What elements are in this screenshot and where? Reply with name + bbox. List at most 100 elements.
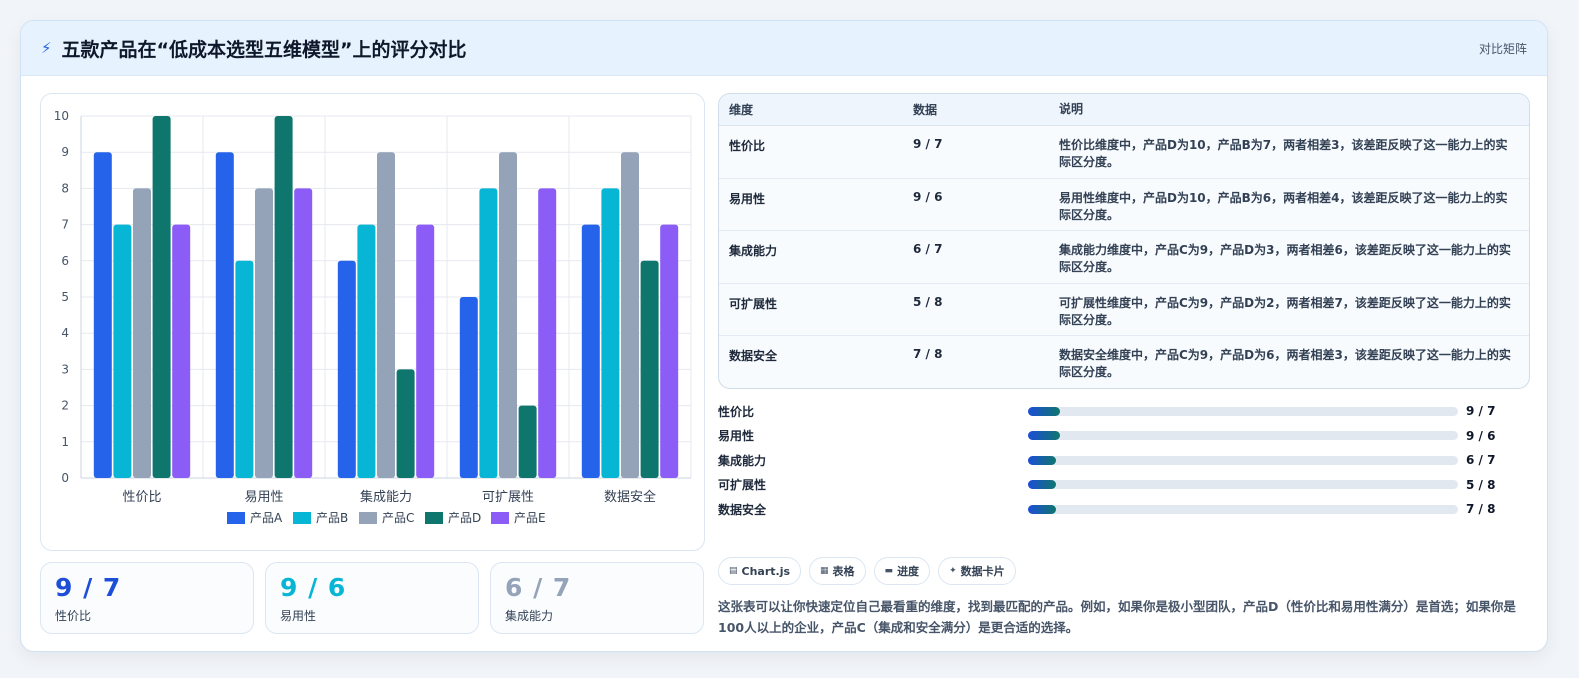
chip-data-card[interactable]: ✦ 数据卡片: [938, 557, 1016, 585]
stat-label: 集成能力: [505, 609, 554, 623]
bar: [235, 260, 254, 478]
legend-swatch: [425, 512, 443, 524]
chip-table[interactable]: ▦ 表格: [809, 557, 866, 585]
x-tick-label: 集成能力: [360, 489, 412, 505]
table-row: 数据安全 7 / 8 数据安全维度中，产品C为9，产品D为6，两者相差3，该差距…: [719, 336, 1529, 388]
progress-icon: ▬: [884, 566, 894, 576]
chip-label: 表格: [832, 565, 855, 578]
y-tick-label: 9: [61, 145, 69, 159]
y-tick-label: 5: [61, 290, 69, 304]
progress-label: 可扩展性: [718, 478, 767, 493]
progress-value: 9 / 6: [1466, 428, 1496, 443]
header-data: 数据: [913, 103, 938, 117]
bar: [215, 152, 234, 478]
bar: [294, 188, 313, 478]
progress-fill: [1028, 504, 1056, 514]
header-description: 说明: [1059, 102, 1084, 116]
cell-dimension: 集成能力: [729, 244, 778, 258]
bar: [113, 224, 132, 478]
legend-label: 产品D: [448, 511, 481, 525]
header-dimension: 维度: [729, 103, 754, 117]
table-header: 维度 数据 说明: [719, 94, 1529, 126]
x-tick-label: 数据安全: [604, 489, 656, 505]
progress-track: [1028, 480, 1458, 490]
cell-dimension: 易用性: [729, 191, 766, 206]
cell-description: 易用性维度中，产品D为10，产品B为6，两者相差4，该差距反映了这一能力上的实际…: [1059, 190, 1508, 222]
stat-label: 易用性: [280, 609, 317, 623]
progress-value: 9 / 7: [1466, 404, 1496, 419]
progress-track: [1028, 504, 1458, 514]
chip-label: Chart.js: [741, 564, 791, 578]
y-tick-label: 6: [61, 254, 69, 268]
progress-row: 集成能力 6 / 7: [718, 448, 1530, 473]
bar: [459, 297, 478, 478]
bar: [337, 260, 356, 478]
progress-value: 7 / 8: [1466, 502, 1496, 517]
legend-label: 产品C: [382, 511, 414, 525]
cell-data: 6 / 7: [913, 242, 943, 256]
table-row: 集成能力 6 / 7 集成能力维度中，产品C为9，产品D为3，两者相差6，该差距…: [719, 231, 1529, 284]
panel-title: 五款产品在“低成本选型五维模型”上的评分对比: [61, 38, 467, 61]
cell-dimension: 性价比: [729, 139, 766, 153]
legend-label: 产品B: [316, 511, 348, 525]
progress-value: 5 / 8: [1466, 477, 1496, 492]
bar: [93, 152, 112, 478]
progress-fill: [1028, 455, 1056, 465]
bar: [660, 224, 679, 478]
stat-card-1: 9 / 7 性价比: [40, 562, 254, 634]
y-tick-label: 8: [61, 181, 69, 195]
progress-track: [1028, 431, 1458, 441]
progress-track: [1028, 455, 1458, 465]
progress-value: 6 / 7: [1466, 453, 1496, 468]
chip-progress[interactable]: ▬ 进度: [873, 557, 931, 585]
bar: [274, 116, 293, 478]
summary-note: 这张表可以让你快速定位自己最看重的维度，找到最匹配的产品。例如，如果你是极小型团…: [718, 599, 1516, 635]
legend-swatch: [491, 512, 509, 524]
header-tag: 对比矩阵: [1478, 41, 1527, 56]
stat-value: 9 / 6: [280, 573, 347, 602]
progress-row: 数据安全 7 / 8: [718, 497, 1530, 522]
bar: [499, 152, 517, 478]
y-tick-label: 0: [61, 471, 69, 485]
bar: [640, 260, 659, 478]
progress-track: [1028, 406, 1458, 416]
bar: [152, 116, 171, 478]
cell-description: 可扩展性维度中，产品C为9，产品D为2，两者相差7，该差距反映了这一能力上的实际…: [1059, 295, 1511, 327]
panel-header: ⚡ 五款产品在“低成本选型五维模型”上的评分对比 对比矩阵: [21, 21, 1547, 76]
bar: [621, 152, 639, 478]
tech-chips: ▤ Chart.js ▦ 表格 ▬ 进度 ✦ 数据卡片: [718, 557, 1016, 585]
progress-fill: [1028, 480, 1056, 490]
chip-chartjs[interactable]: ▤ Chart.js: [718, 557, 802, 585]
table-row: 性价比 9 / 7 性价比维度中，产品D为10，产品B为7，两者相差3，该差距反…: [719, 126, 1529, 179]
x-tick-label: 可扩展性: [482, 490, 534, 505]
cell-description: 集成能力维度中，产品C为9，产品D为3，两者相差6，该差距反映了这一能力上的实际…: [1059, 243, 1511, 274]
stat-value: 6 / 7: [505, 573, 572, 602]
progress-label: 数据安全: [718, 502, 767, 517]
table-row: 可扩展性 5 / 8 可扩展性维度中，产品C为9，产品D为2，两者相差7，该差距…: [719, 284, 1529, 336]
progress-label: 性价比: [718, 404, 755, 419]
y-tick-label: 10: [54, 109, 69, 123]
stat-value: 9 / 7: [55, 573, 122, 602]
comparison-panel: ⚡ 五款产品在“低成本选型五维模型”上的评分对比 对比矩阵 0 1 2 3 4 5 6 7 8 9…: [20, 20, 1548, 652]
stat-label: 性价比: [55, 609, 92, 623]
bar: [172, 224, 191, 478]
cell-description: 性价比维度中，产品D为10，产品B为7，两者相差3，该差距反映了这一能力上的实际…: [1059, 138, 1508, 169]
bar-chart: 0 1 2 3 4 5 6 7 8 9 10 性价比 易用性 集成能力 可扩展性 数据安全产品A 产品B 产品C 产…: [54, 109, 692, 525]
y-tick-label: 4: [61, 326, 69, 340]
progress-fill: [1028, 431, 1061, 441]
progress-row: 性价比 9 / 7: [718, 399, 1530, 424]
bar: [581, 224, 600, 478]
x-tick-label: 易用性: [244, 490, 283, 505]
chip-label: 数据卡片: [960, 565, 1005, 578]
cell-dimension: 数据安全: [729, 349, 778, 363]
progress-list: 性价比 9 / 7 易用性 9 / 6 集成能力 6 / 7 可扩展性 5 / …: [718, 399, 1530, 522]
bar: [538, 188, 557, 478]
bar: [479, 188, 498, 478]
legend-label: 产品E: [514, 511, 546, 525]
chart-icon: ▤: [729, 566, 738, 576]
stat-card-2: 9 / 6 易用性: [265, 562, 479, 634]
bar: [377, 152, 395, 478]
legend-swatch: [293, 512, 311, 524]
chip-label: 进度: [897, 565, 920, 578]
bar: [601, 188, 620, 478]
